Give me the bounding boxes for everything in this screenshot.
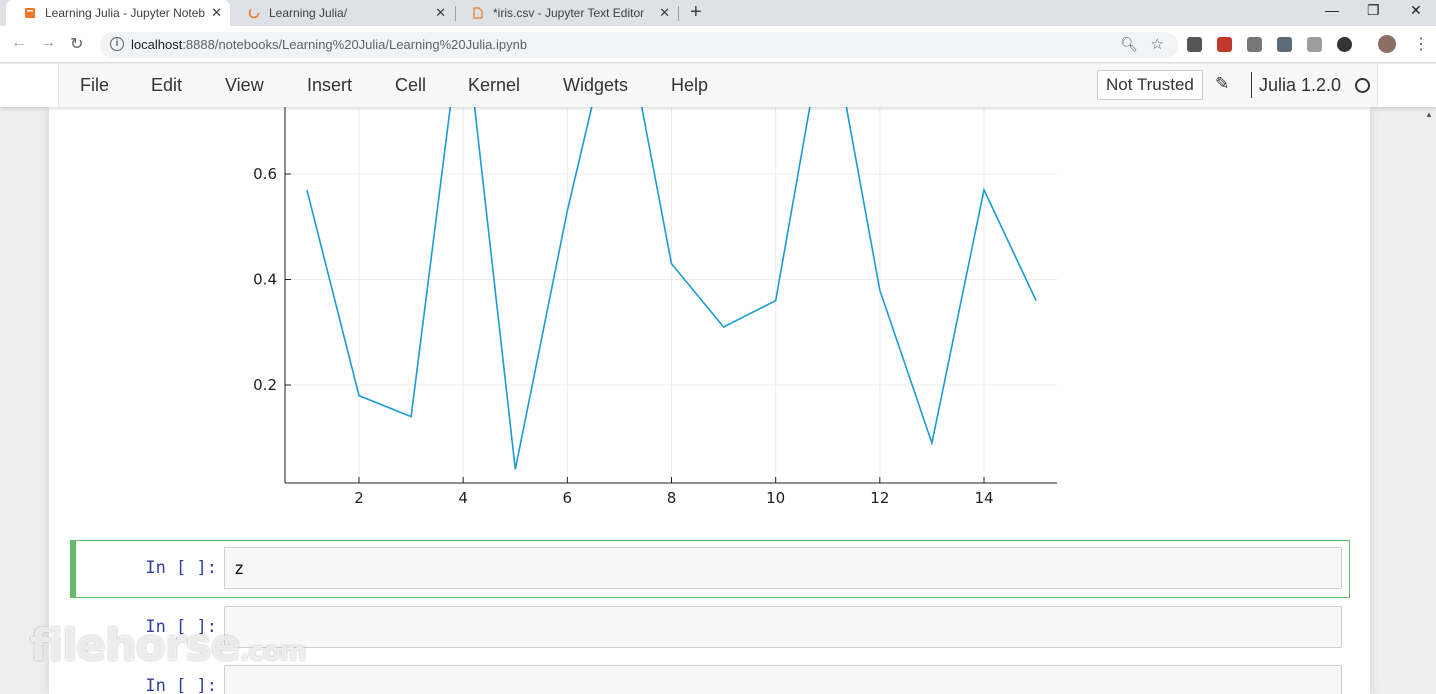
code-input[interactable] <box>224 665 1342 694</box>
menu-cell[interactable]: Cell <box>395 75 426 96</box>
tab-learning-julia-notebook[interactable]: Learning Julia - Jupyter Notebook ✕ <box>6 0 230 26</box>
cell-prompt: In [ ]: <box>145 558 217 578</box>
menu-insert[interactable]: Insert <box>307 75 352 96</box>
edit-mode-pencil-icon: ✎ <box>1215 74 1230 93</box>
back-arrow-icon[interactable]: ← <box>11 34 27 52</box>
profile-avatar[interactable] <box>1378 35 1396 53</box>
restore-button[interactable]: ❐ <box>1367 2 1380 19</box>
x-tick-label: 2 <box>354 489 364 507</box>
not-trusted-button[interactable]: Not Trusted <box>1097 70 1203 100</box>
browser-menu-icon[interactable]: ⋮ <box>1413 34 1429 54</box>
y-tick-label: 0.4 <box>253 271 277 289</box>
code-cell-selected[interactable]: In [ ]: z <box>70 540 1350 598</box>
menu-edit[interactable]: Edit <box>151 75 182 96</box>
close-tab-icon[interactable]: ✕ <box>659 5 670 21</box>
plot-grid <box>285 107 1057 483</box>
site-info-icon[interactable]: i <box>110 37 124 51</box>
forward-arrow-icon[interactable]: → <box>40 34 56 52</box>
url-text[interactable]: localhost:8888/notebooks/Learning%20Juli… <box>131 37 527 52</box>
notebook-container: 2 4 6 8 10 12 14 0.2 0.4 0.6 In [ ]: z In [ ]: In… <box>49 107 1370 694</box>
x-tick-label: 14 <box>974 489 993 507</box>
url-host: localhost <box>131 37 183 52</box>
x-tick-label: 10 <box>766 489 785 507</box>
zoom-icon[interactable]: 🔍︎ <box>1120 36 1138 53</box>
code-input[interactable] <box>224 606 1342 648</box>
close-window-button[interactable]: ✕ <box>1410 2 1422 19</box>
new-tab-button[interactable]: + <box>690 1 702 24</box>
tab-label: *iris.csv - Jupyter Text Editor <box>493 6 645 20</box>
close-tab-icon[interactable]: ✕ <box>435 5 446 21</box>
bookmark-star-icon[interactable]: ☆ <box>1151 35 1164 53</box>
extension-image-icon[interactable] <box>1247 37 1262 52</box>
browser-toolbar: ← → ↻ i localhost:8888/notebooks/Learnin… <box>0 26 1436 63</box>
menu-view[interactable]: View <box>225 75 264 96</box>
extension-lightbulb-icon[interactable] <box>1187 37 1202 52</box>
code-input[interactable]: z <box>224 547 1342 589</box>
close-tab-icon[interactable]: ✕ <box>211 5 222 21</box>
x-tick-label: 12 <box>870 489 889 507</box>
x-tick-label: 4 <box>458 489 468 507</box>
tab-iris-csv-editor[interactable]: *iris.csv - Jupyter Text Editor ✕ <box>454 0 678 26</box>
x-tick-label: 6 <box>563 489 573 507</box>
tab-label: Learning Julia - Jupyter Notebook <box>45 6 205 20</box>
minimize-button[interactable]: — <box>1325 2 1339 18</box>
scrollbar-up-arrow-icon[interactable]: ▲ <box>1425 110 1433 119</box>
address-bar[interactable]: i localhost:8888/notebooks/Learning%20Ju… <box>100 32 1178 58</box>
book-icon <box>25 8 35 18</box>
extension-chart-icon[interactable] <box>1217 37 1232 52</box>
kernel-idle-indicator-icon <box>1355 78 1370 93</box>
menu-kernel[interactable]: Kernel <box>468 75 520 96</box>
watermark-main: filehorse <box>30 620 240 671</box>
jupyter-spinner-icon <box>248 7 260 19</box>
tab-label: Learning Julia/ <box>269 6 348 20</box>
menu-widgets[interactable]: Widgets <box>563 75 628 96</box>
filehorse-watermark: filehorse.com <box>30 620 307 671</box>
plot-ticks: 2 4 6 8 10 12 14 0.2 0.4 0.6 <box>253 165 993 507</box>
tab-separator <box>678 6 679 21</box>
cell-code: z <box>234 559 245 579</box>
url-path: :8888/notebooks/Learning%20Julia/Learnin… <box>182 37 528 52</box>
y-tick-label: 0.6 <box>253 165 277 183</box>
browser-tab-bar: Learning Julia - Jupyter Notebook ✕ Lear… <box>0 0 1436 26</box>
kernel-name[interactable]: Julia 1.2.0 <box>1259 75 1341 96</box>
menu-help[interactable]: Help <box>671 75 708 96</box>
kernel-separator <box>1251 72 1252 98</box>
watermark-suffix: .com <box>239 637 306 667</box>
line-plot: 2 4 6 8 10 12 14 0.2 0.4 0.6 <box>253 107 1057 507</box>
extension-satellite-icon[interactable] <box>1277 37 1292 52</box>
jupyter-header: File Edit View Insert Cell Kernel Widget… <box>0 64 1436 107</box>
cell-prompt: In [ ]: <box>145 676 217 694</box>
extension-screen-icon[interactable] <box>1307 37 1322 52</box>
jupyter-menubar: File Edit View Insert Cell Kernel Widget… <box>58 64 1378 107</box>
y-tick-label: 0.2 <box>253 376 277 394</box>
reload-icon[interactable]: ↻ <box>70 34 83 54</box>
file-icon <box>473 7 483 19</box>
menu-file[interactable]: File <box>80 75 109 96</box>
x-tick-label: 8 <box>667 489 677 507</box>
extension-k-icon[interactable] <box>1337 37 1352 52</box>
tab-learning-julia-tree[interactable]: Learning Julia/ ✕ <box>230 0 454 26</box>
